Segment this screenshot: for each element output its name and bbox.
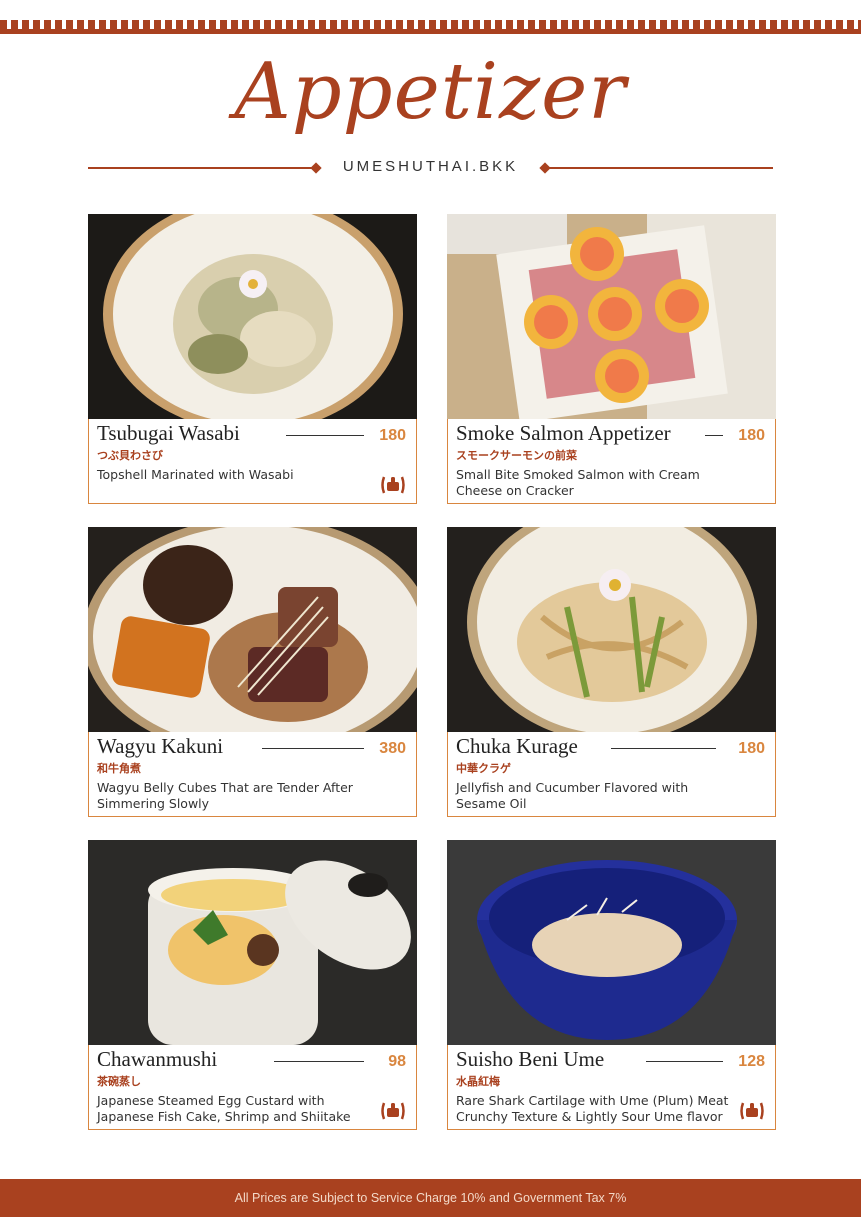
item-name: Smoke Salmon Appetizer [456, 421, 671, 445]
menu-item-info: Suisho Beni Ume 128 水晶紅梅 Rare Shark Cart… [447, 1045, 776, 1130]
item-japanese-name: スモークサーモンの前菜 [456, 449, 577, 462]
recommended-badge-icon [381, 1102, 405, 1120]
menu-item-card: Suisho Beni Ume 128 水晶紅梅 Rare Shark Cart… [447, 840, 776, 1130]
item-japanese-name: 水晶紅梅 [456, 1075, 500, 1088]
item-japanese-name: 和牛角煮 [97, 762, 141, 775]
item-price: 180 [379, 427, 406, 444]
menu-item-info: Tsubugai Wasabi 180 つぶ貝わさび Topshell Mari… [88, 419, 417, 504]
menu-item-card: Chuka Kurage 180 中華クラゲ Jellyfish and Cuc… [447, 527, 776, 817]
item-leader-line [611, 748, 716, 749]
brand-row: UMESHUTHAI.BKK [88, 158, 773, 178]
item-description: Japanese Steamed Egg Custard with Japane… [97, 1093, 351, 1124]
item-description: Small Bite Smoked Salmon with Cream Chee… [456, 467, 700, 498]
item-price: 180 [738, 740, 765, 757]
menu-item-card: Chawanmushi 98 茶碗蒸し Japanese Steamed Egg… [88, 840, 417, 1130]
item-leader-line [286, 435, 364, 436]
item-name: Tsubugai Wasabi [97, 421, 240, 445]
dish-photo [88, 527, 417, 732]
item-price: 380 [379, 740, 406, 757]
decorative-top-border [0, 20, 861, 34]
item-leader-line [262, 748, 364, 749]
menu-item-card: Smoke Salmon Appetizer 180 スモークサーモンの前菜 S… [447, 214, 776, 504]
item-description: Topshell Marinated with Wasabi [97, 467, 294, 482]
dish-photo [88, 840, 417, 1045]
item-name: Wagyu Kakuni [97, 734, 224, 758]
item-japanese-name: 茶碗蒸し [97, 1075, 141, 1088]
item-price: 128 [738, 1053, 765, 1070]
item-name: Chawanmushi [97, 1047, 218, 1071]
item-leader-line [705, 435, 723, 436]
item-japanese-name: つぶ貝わさび [97, 449, 163, 462]
menu-item-card: Wagyu Kakuni 380 和牛角煮 Wagyu Belly Cubes … [88, 527, 417, 817]
item-name: Chuka Kurage [456, 734, 578, 758]
menu-item-info: Wagyu Kakuni 380 和牛角煮 Wagyu Belly Cubes … [88, 732, 417, 817]
menu-item-info: Smoke Salmon Appetizer 180 スモークサーモンの前菜 S… [447, 419, 776, 504]
item-description: Rare Shark Cartilage with Ume (Plum) Mea… [456, 1093, 729, 1124]
dish-photo [447, 527, 776, 732]
item-description: Wagyu Belly Cubes That are Tender After … [97, 780, 353, 811]
dish-photo [447, 840, 776, 1045]
item-japanese-name: 中華クラゲ [456, 762, 511, 775]
dish-photo [88, 214, 417, 419]
item-price: 180 [738, 427, 765, 444]
footer-note: All Prices are Subject to Service Charge… [0, 1179, 861, 1217]
page-title: Appetizer [234, 47, 627, 137]
brand-divider-right [543, 167, 773, 169]
menu-item-info: Chawanmushi 98 茶碗蒸し Japanese Steamed Egg… [88, 1045, 417, 1130]
item-leader-line [274, 1061, 364, 1062]
recommended-badge-icon [381, 476, 405, 494]
item-price: 98 [388, 1053, 406, 1070]
menu-item-card: Tsubugai Wasabi 180 つぶ貝わさび Topshell Mari… [88, 214, 417, 504]
menu-item-info: Chuka Kurage 180 中華クラゲ Jellyfish and Cuc… [447, 732, 776, 817]
item-name: Suisho Beni Ume [456, 1047, 605, 1071]
item-leader-line [646, 1061, 723, 1062]
recommended-badge-icon [740, 1102, 764, 1120]
dish-photo [447, 214, 776, 419]
item-description: Jellyfish and Cucumber Flavored with Ses… [456, 780, 689, 811]
